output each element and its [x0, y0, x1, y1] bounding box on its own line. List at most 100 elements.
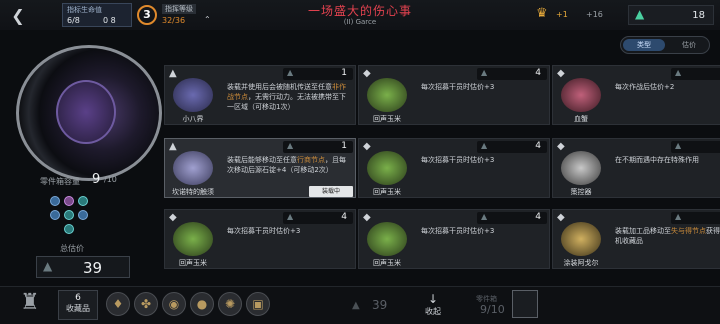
- cost-box: ▲4: [283, 212, 353, 224]
- goal-current: 6/8: [67, 16, 80, 25]
- part-type-icon: ▲: [169, 141, 177, 152]
- card-cost: 1: [341, 68, 347, 78]
- cost-box: ▲1: [283, 141, 353, 153]
- card-cost: 1: [341, 141, 347, 151]
- part-card[interactable]: ◆ ▲ 4 回声玉米 每次招募干员时估价+3: [164, 209, 356, 269]
- value-gem-icon: ▲: [287, 212, 294, 221]
- resource2-value: 18: [692, 10, 705, 21]
- card-name: 小八界: [182, 115, 204, 123]
- arrow-down-icon: ↓: [427, 292, 439, 306]
- parts-box-icon[interactable]: [512, 290, 538, 318]
- value-gem-icon: ▲: [287, 68, 294, 77]
- card-description: 装载后能够移动至任意行商节点，且每次移动后源石锭+4（可移动2次）: [227, 155, 351, 175]
- total-value-box: ▲ 39: [36, 256, 130, 278]
- collection-button[interactable]: 6 收藏品: [58, 290, 98, 320]
- bottom-value: 39: [372, 298, 388, 312]
- parts-box-core: [56, 80, 116, 144]
- card-desc-a: 每次招募干员时估价+3: [421, 227, 495, 235]
- collection-item-icon[interactable]: ✺: [218, 292, 242, 316]
- triangle-gem-icon: ▲: [635, 7, 645, 21]
- collection-item-icon[interactable]: ◉: [162, 292, 186, 316]
- sort-toggle[interactable]: 类型 估价: [620, 36, 710, 54]
- collection-item-icon[interactable]: ●: [190, 292, 214, 316]
- slot-dot: [78, 210, 88, 220]
- part-card[interactable]: ◆ ▲4 血蟹 每次作战后估价+2: [552, 65, 720, 125]
- part-art-icon: [561, 151, 601, 185]
- cost-box: ▲1: [283, 68, 353, 80]
- goal-panel: 指标生命值 6/8 0 8: [62, 3, 132, 27]
- card-desc-a: 每次招募干员时估价+3: [227, 227, 301, 235]
- card-name: 回声玉米: [373, 259, 401, 267]
- part-type-icon: ◆: [557, 68, 565, 79]
- cost-box: ▲4: [671, 68, 720, 80]
- cost-box: ▲4: [477, 141, 547, 153]
- collapse-button[interactable]: ↓ 收起: [418, 292, 448, 317]
- part-type-icon: ◆: [557, 141, 565, 152]
- level-progress: 32/36: [162, 16, 186, 25]
- part-type-icon: ◆: [169, 212, 177, 223]
- back-chevron-icon[interactable]: ❮: [8, 6, 28, 26]
- part-art-icon: [367, 222, 407, 256]
- part-card[interactable]: ▲ ▲ 1 小八界 装载并使用后会被随机传送至任意非作战节点，无需行动力。无法被携带至下…: [164, 65, 356, 125]
- part-card[interactable]: ◆ ▲ 4 回声玉米 每次招募干员时估价+3: [358, 65, 550, 125]
- resource-panel-1: ♛ +1 +16: [532, 4, 622, 26]
- part-type-icon: ◆: [363, 68, 371, 79]
- slot-dot: [64, 210, 74, 220]
- part-type-icon: ▲: [169, 68, 177, 79]
- value-gem-icon: ▲: [675, 141, 682, 150]
- card-desc-a: 装载后能够移动至任意: [227, 156, 297, 164]
- card-name: 回声玉米: [179, 259, 207, 267]
- card-name: 策控器: [570, 188, 592, 196]
- card-desc-a: 装载加工品移动至: [615, 227, 671, 235]
- collection-label: 收藏品: [66, 304, 90, 313]
- part-type-icon: ◆: [557, 212, 565, 223]
- part-art-icon: [367, 151, 407, 185]
- page-title: 一场盛大的伤心事: [307, 4, 412, 18]
- sort-by-type[interactable]: 类型: [623, 39, 665, 51]
- card-desc-a: 每次招募干员时估价+3: [421, 156, 495, 164]
- card-description: 每次招募干员时估价+3: [421, 155, 545, 165]
- part-art-icon: [173, 222, 213, 256]
- collection-count: 6: [75, 293, 81, 303]
- part-card[interactable]: ◆ ▲1 涂装阿戈尔 装载加工品移动至失与得节点获得2个随机收藏品: [552, 209, 720, 269]
- page-subtitle: (II) Garce: [343, 18, 377, 26]
- part-card[interactable]: ▲ ▲ 1 坎诺特的触须 装载后能够移动至任意行商节点，且每次移动后源石锭+4（可移动2…: [164, 138, 356, 198]
- slot-dot: [78, 196, 88, 206]
- part-type-icon: ◆: [363, 141, 371, 152]
- collection-item-icon[interactable]: ♦: [106, 292, 130, 316]
- collection-item-icon[interactable]: ▣: [246, 292, 270, 316]
- part-card[interactable]: ◆ ▲4 策控器 在不期而遇中存在特殊作用: [552, 138, 720, 198]
- collection-item-icon[interactable]: ✤: [134, 292, 158, 316]
- level-panel[interactable]: 指挥等级 32/36 ⌃: [160, 3, 216, 27]
- card-desc-a: 每次作战后估价+2: [615, 83, 675, 91]
- capacity-label: 零件箱容量: [40, 177, 80, 186]
- card-description: 每次作战后估价+2: [615, 82, 720, 92]
- value-gem-icon: ▲: [287, 141, 294, 150]
- capacity-slots: [46, 192, 94, 234]
- slot-dot: [64, 196, 74, 206]
- card-desc-a: 装载并使用后会被随机传送至任意: [227, 83, 332, 91]
- tower-icon[interactable]: ♜: [10, 290, 50, 320]
- goal-label: 指标生命值: [67, 6, 102, 14]
- value-gem-icon: ▲: [43, 259, 53, 273]
- part-card[interactable]: ◆ ▲ 4 回声玉米 每次招募干员时估价+3: [358, 138, 550, 198]
- value-gem-icon: ▲: [675, 212, 682, 221]
- slot-dot: [64, 224, 74, 234]
- part-card[interactable]: ◆ ▲ 4 回声玉米 每次招募干员时估价+3: [358, 209, 550, 269]
- card-name: 回声玉米: [373, 115, 401, 123]
- sort-by-value[interactable]: 估价: [671, 39, 707, 51]
- cost-box: ▲1: [671, 212, 720, 224]
- level-badge: 3: [137, 5, 157, 25]
- resource1-value-b: +16: [586, 10, 603, 19]
- card-description: 在不期而遇中存在特殊作用: [615, 155, 720, 165]
- card-name: 涂装阿戈尔: [563, 259, 599, 267]
- part-art-icon: [173, 78, 213, 112]
- collapse-label: 收起: [425, 307, 441, 316]
- part-art-icon: [561, 222, 601, 256]
- part-type-icon: ◆: [363, 212, 371, 223]
- capacity-value: 9: [92, 172, 101, 187]
- value-gem-icon: ▲: [675, 68, 682, 77]
- resource-panel-2: ▲ 18: [628, 5, 714, 25]
- card-cost: 4: [535, 68, 541, 78]
- card-name: 血蟹: [574, 115, 588, 123]
